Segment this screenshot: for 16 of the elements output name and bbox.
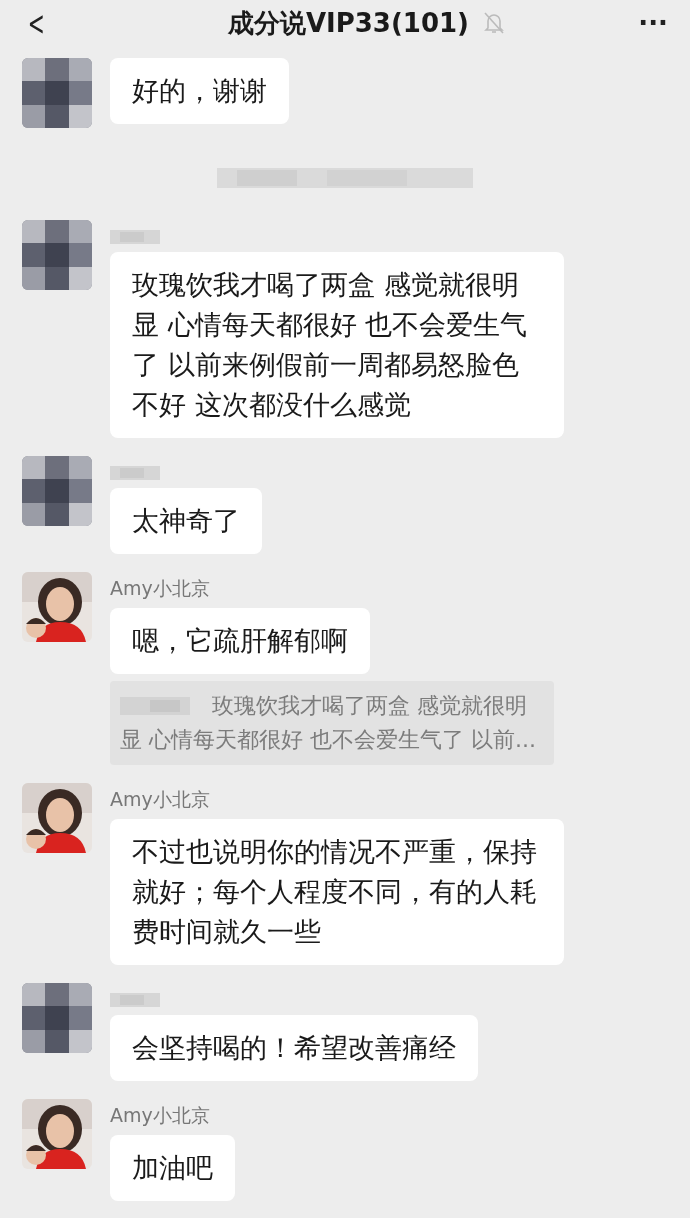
- blurred-quote-name: [120, 697, 190, 715]
- more-button[interactable]: ···: [634, 8, 672, 38]
- message-bubble: 嗯，它疏肝解郁啊: [110, 608, 370, 674]
- sender-name: Amy小北京: [110, 576, 210, 600]
- message-bubble: 太神奇了: [110, 488, 262, 554]
- message-bubble: 不过也说明你的情况不严重，保持就好；每个人程度不同，有的人耗费时间就久一些: [110, 819, 564, 965]
- message-bubble: 加油吧: [110, 1135, 235, 1201]
- chat-title: 成分说VIP33(101): [227, 6, 469, 40]
- quote-text: 显 心情每天都很好 也不会爱生气了 以前...: [120, 726, 536, 754]
- message-bubble: 会坚持喝的！希望改善痛经: [110, 1015, 478, 1081]
- quote-text: 玫瑰饮我才喝了两盒 感觉就很明: [212, 692, 527, 720]
- message-bubble: 玫瑰饮我才喝了两盒 感觉就很明显 心情每天都很好 也不会爱生气了 以前来例假前一周都易怒脸色不好 这次都没什么感觉: [110, 252, 564, 438]
- sender-name: Amy小北京: [110, 787, 210, 811]
- back-button[interactable]: <: [22, 3, 50, 43]
- message-bubble: 好的，谢谢: [110, 58, 289, 124]
- sender-name: Amy小北京: [110, 1103, 210, 1127]
